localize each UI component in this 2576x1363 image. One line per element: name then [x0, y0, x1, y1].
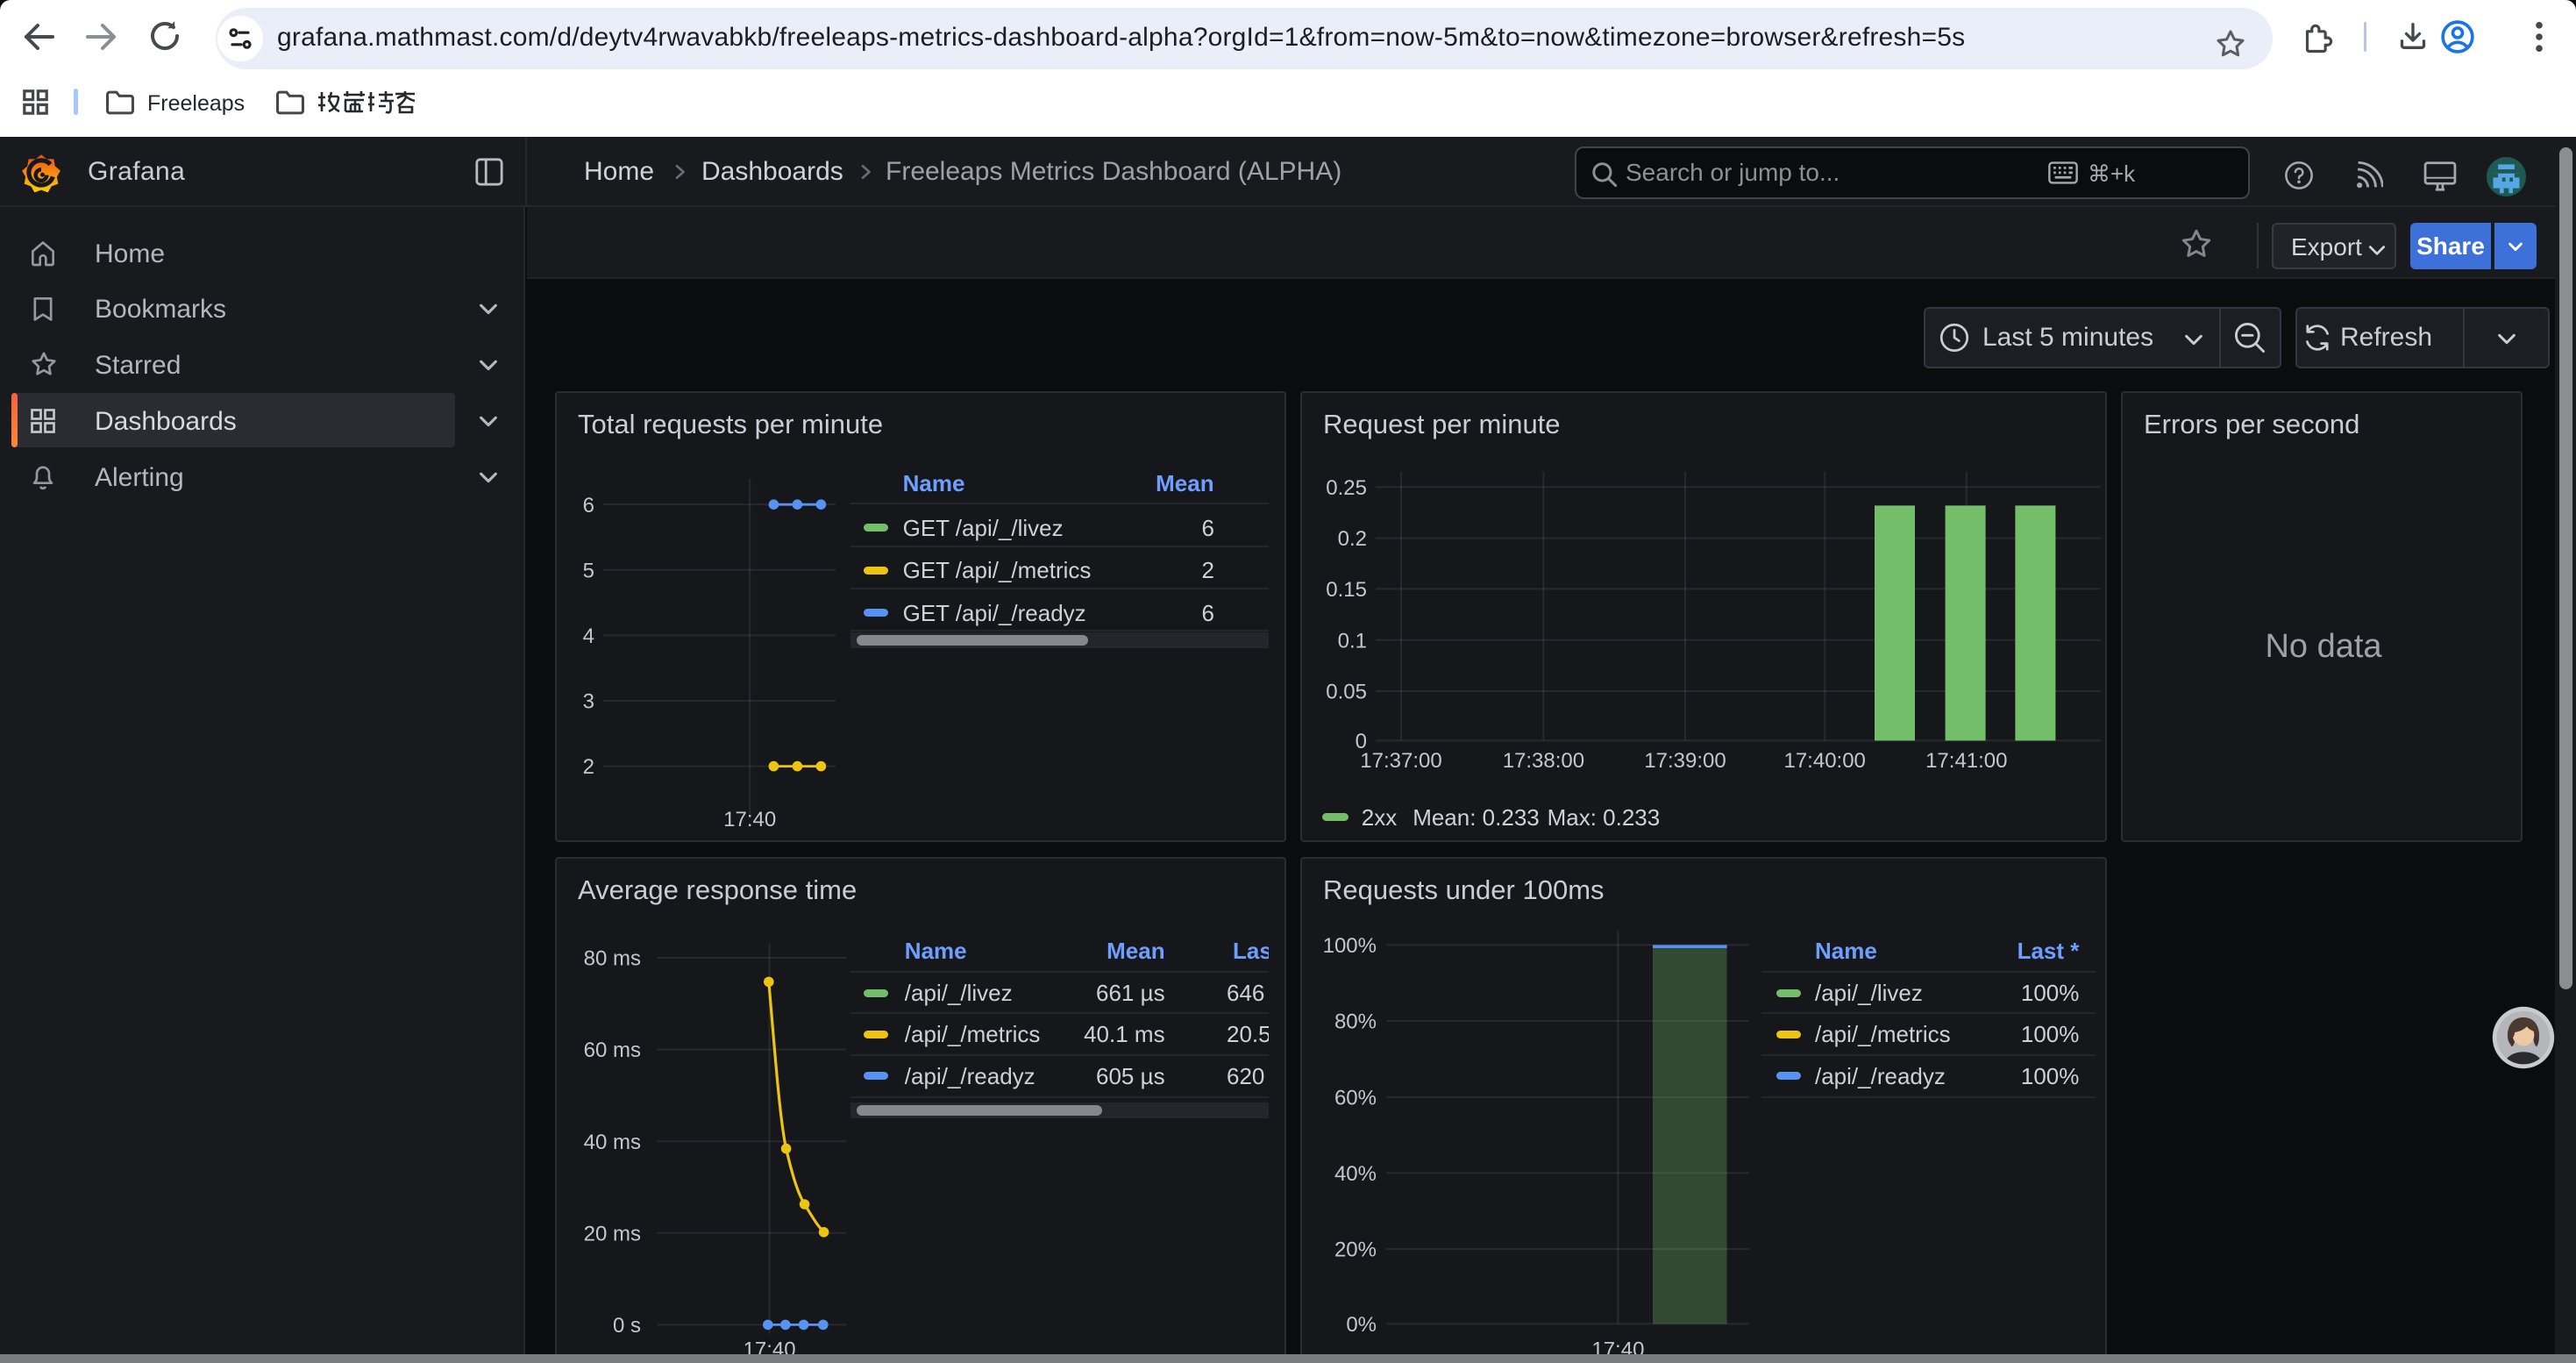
svg-text:0%: 0%	[1346, 1313, 1377, 1337]
svg-text:40%: 40%	[1334, 1162, 1377, 1186]
svg-text:0.1: 0.1	[1338, 629, 1367, 653]
svg-text:0 s: 0 s	[613, 1314, 641, 1338]
svg-text:60%: 60%	[1334, 1087, 1377, 1110]
svg-text:0.05: 0.05	[1326, 681, 1367, 704]
svg-text:17:37:00: 17:37:00	[1360, 749, 1441, 773]
svg-text:80%: 80%	[1334, 1010, 1377, 1034]
svg-text:0.15: 0.15	[1326, 578, 1367, 602]
svg-text:6: 6	[583, 494, 594, 517]
svg-text:17:40:00: 17:40:00	[1783, 749, 1865, 773]
svg-text:17:40: 17:40	[744, 1338, 796, 1354]
svg-text:4: 4	[583, 624, 594, 648]
svg-text:20%: 20%	[1334, 1238, 1377, 1262]
svg-text:17:40: 17:40	[1591, 1338, 1644, 1354]
svg-text:2: 2	[583, 755, 594, 779]
svg-text:17:41:00: 17:41:00	[1925, 749, 2007, 773]
svg-text:80 ms: 80 ms	[584, 947, 641, 971]
svg-text:17:40: 17:40	[723, 808, 776, 831]
svg-text:17:39:00: 17:39:00	[1644, 749, 1726, 773]
svg-text:17:38:00: 17:38:00	[1503, 749, 1584, 773]
svg-text:5: 5	[583, 559, 594, 582]
svg-text:20 ms: 20 ms	[584, 1222, 641, 1245]
svg-text:0.2: 0.2	[1338, 527, 1367, 551]
svg-text:100%: 100%	[1323, 934, 1377, 958]
svg-text:3: 3	[583, 690, 594, 714]
svg-text:60 ms: 60 ms	[584, 1038, 641, 1062]
svg-text:40 ms: 40 ms	[584, 1131, 641, 1154]
svg-text:0.25: 0.25	[1326, 476, 1367, 500]
